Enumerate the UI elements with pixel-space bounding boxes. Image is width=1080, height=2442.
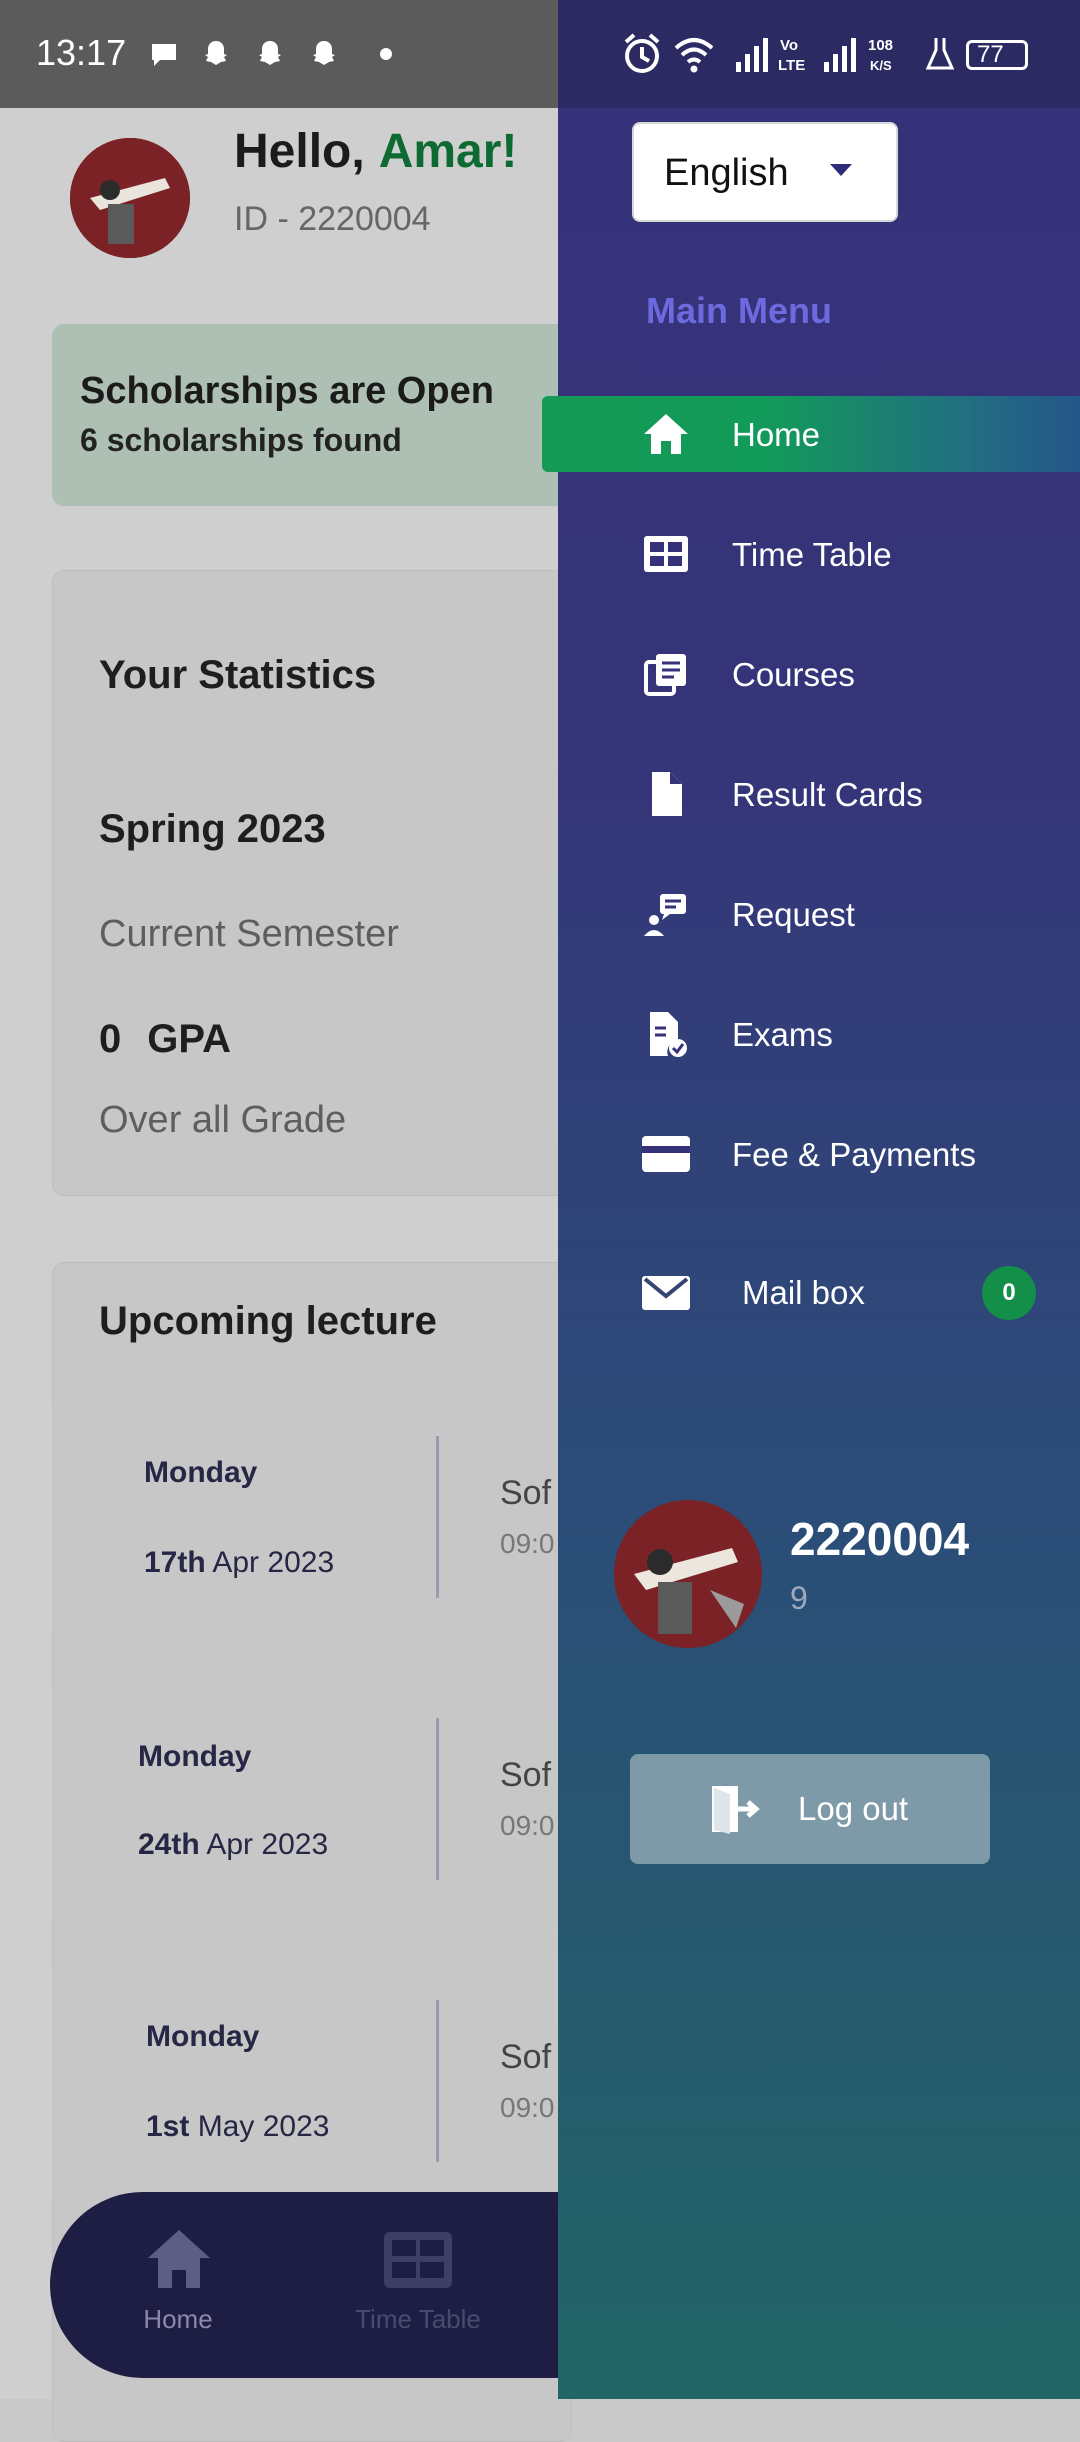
volte-icon: Vo LTE — [778, 37, 805, 74]
lecture-time: 09:0 — [500, 1528, 555, 1559]
logout-label: Log out — [798, 1790, 909, 1827]
menu-item-label: Courses — [732, 656, 855, 693]
menu-item-mailbox[interactable]: Mail box 0 — [558, 1254, 1080, 1330]
unread-count-badge: 0 — [982, 1266, 1036, 1320]
divider — [436, 2000, 439, 2162]
gpa: 0 GPA — [99, 1017, 231, 1062]
timetable-icon — [384, 2232, 452, 2288]
lecture-day: Monday — [138, 1740, 252, 1773]
drawer-user-subtitle: 9 — [790, 1580, 808, 1616]
overall-grade-label: Over all Grade — [99, 1099, 347, 1141]
menu-item-courses[interactable]: Courses — [558, 636, 1080, 712]
battery-icon: 77 — [966, 40, 1028, 70]
lecture-day: Monday — [146, 2020, 260, 2053]
logout-icon — [712, 1786, 760, 1834]
scholarship-banner[interactable]: Scholarships are Open 6 scholarships fou… — [52, 324, 572, 506]
svg-text:K/S: K/S — [870, 58, 892, 73]
lab-flask-icon — [925, 38, 955, 70]
lecture-subject: Sof — [500, 1474, 552, 1512]
statistics-title: Your Statistics — [99, 653, 377, 697]
battery-level: 77 — [977, 41, 1004, 68]
svg-text:108: 108 — [868, 37, 893, 54]
greeting: Hello, Amar! — [234, 125, 518, 178]
menu-item-timetable[interactable]: Time Table — [558, 516, 1080, 592]
nav-timetable[interactable]: Time Table — [338, 2192, 498, 2378]
navigation-drawer: Vo LTE 108 K/S 77 English Main Menu Home T… — [542, 0, 1080, 2399]
request-icon — [644, 894, 686, 936]
lecture-item[interactable]: Monday 17th Apr 2023 Sof 09:0 — [52, 1404, 560, 1634]
menu-item-label: Exams — [732, 1016, 833, 1053]
menu-item-label: Home — [732, 416, 821, 453]
lecture-item[interactable]: Monday 1st May 2023 Sof 09:0 — [52, 1970, 560, 2200]
document-icon — [652, 772, 682, 816]
menu-item-label: Mail box — [742, 1274, 865, 1311]
card-icon — [642, 1136, 690, 1172]
upcoming-title: Upcoming lecture — [99, 1299, 437, 1343]
home-icon — [644, 414, 688, 454]
lecture-date: 1st May 2023 — [146, 2110, 330, 2143]
signal-icon — [736, 38, 768, 72]
lecture-time: 09:0 — [500, 2092, 555, 2123]
nav-home[interactable]: Home — [98, 2192, 258, 2378]
scholarship-count: 6 scholarships found — [80, 422, 402, 458]
status-bar: 13:17 — [0, 0, 558, 108]
snapchat-icon — [205, 41, 227, 65]
statistics-card: Your Statistics Spring 2023 Current Seme… — [52, 570, 572, 1196]
logout-button[interactable]: Log out — [630, 1754, 990, 1864]
status-bar-right: Vo LTE 108 K/S 77 — [558, 0, 1080, 108]
scholarship-title: Scholarships are Open — [80, 370, 494, 412]
caret-down-icon — [830, 164, 852, 176]
alarm-icon — [624, 33, 660, 73]
snapchat-icon — [313, 41, 335, 65]
menu-item-label: Result Cards — [732, 776, 923, 813]
divider — [436, 1436, 439, 1598]
lecture-item[interactable]: Monday 24th Apr 2023 Sof 09:0 — [52, 1688, 560, 1918]
user-name: Amar! — [378, 125, 518, 178]
avatar-image — [70, 138, 190, 258]
network-speed-icon: 108 K/S — [868, 37, 893, 73]
menu-item-label: Time Table — [732, 536, 892, 573]
language-selector[interactable]: English — [632, 122, 898, 222]
main-menu-heading: Main Menu — [646, 290, 832, 331]
wifi-icon — [674, 38, 714, 73]
menu-item-home[interactable]: Home — [542, 396, 1080, 472]
divider — [436, 1718, 439, 1880]
signal-icon — [824, 38, 856, 72]
status-time: 13:17 — [36, 32, 127, 73]
menu-item-fee-payments[interactable]: Fee & Payments — [558, 1116, 1080, 1192]
courses-icon — [644, 654, 686, 696]
lecture-day: Monday — [144, 1456, 258, 1489]
semester-name: Spring 2023 — [99, 807, 326, 851]
menu-item-label: Request — [732, 896, 855, 933]
exams-icon — [650, 1012, 687, 1057]
drawer-avatar[interactable] — [614, 1500, 762, 1648]
gpa-label: GPA — [147, 1017, 231, 1061]
lecture-date: 24th Apr 2023 — [138, 1828, 329, 1861]
lecture-time: 09:0 — [500, 1810, 555, 1841]
snapchat-icon — [259, 41, 281, 65]
current-semester-label: Current Semester — [99, 913, 399, 955]
menu-item-request[interactable]: Request — [558, 876, 1080, 952]
nav-home-label: Home — [143, 2304, 213, 2334]
avatar[interactable] — [70, 138, 190, 258]
nav-timetable-label: Time Table — [355, 2304, 481, 2334]
svg-text:Vo: Vo — [780, 37, 798, 54]
language-selected-value: English — [664, 152, 789, 194]
menu-item-label: Fee & Payments — [732, 1136, 976, 1173]
lecture-subject: Sof — [500, 2038, 552, 2076]
chat-notification-icon — [152, 44, 176, 66]
gpa-value: 0 — [99, 1017, 122, 1061]
more-notifications-dot-icon — [380, 48, 392, 60]
avatar-image — [614, 1500, 762, 1648]
user-id: ID - 2220004 — [234, 200, 431, 238]
lecture-subject: Sof — [500, 1756, 552, 1794]
timetable-icon — [644, 536, 688, 572]
drawer-user-id: 2220004 — [790, 1513, 970, 1565]
home-icon — [148, 2230, 210, 2288]
menu-item-exams[interactable]: Exams — [558, 996, 1080, 1072]
menu-item-result-cards[interactable]: Result Cards — [558, 756, 1080, 832]
lecture-date: 17th Apr 2023 — [144, 1546, 335, 1579]
svg-text:LTE: LTE — [778, 57, 805, 74]
mail-icon — [642, 1276, 690, 1310]
